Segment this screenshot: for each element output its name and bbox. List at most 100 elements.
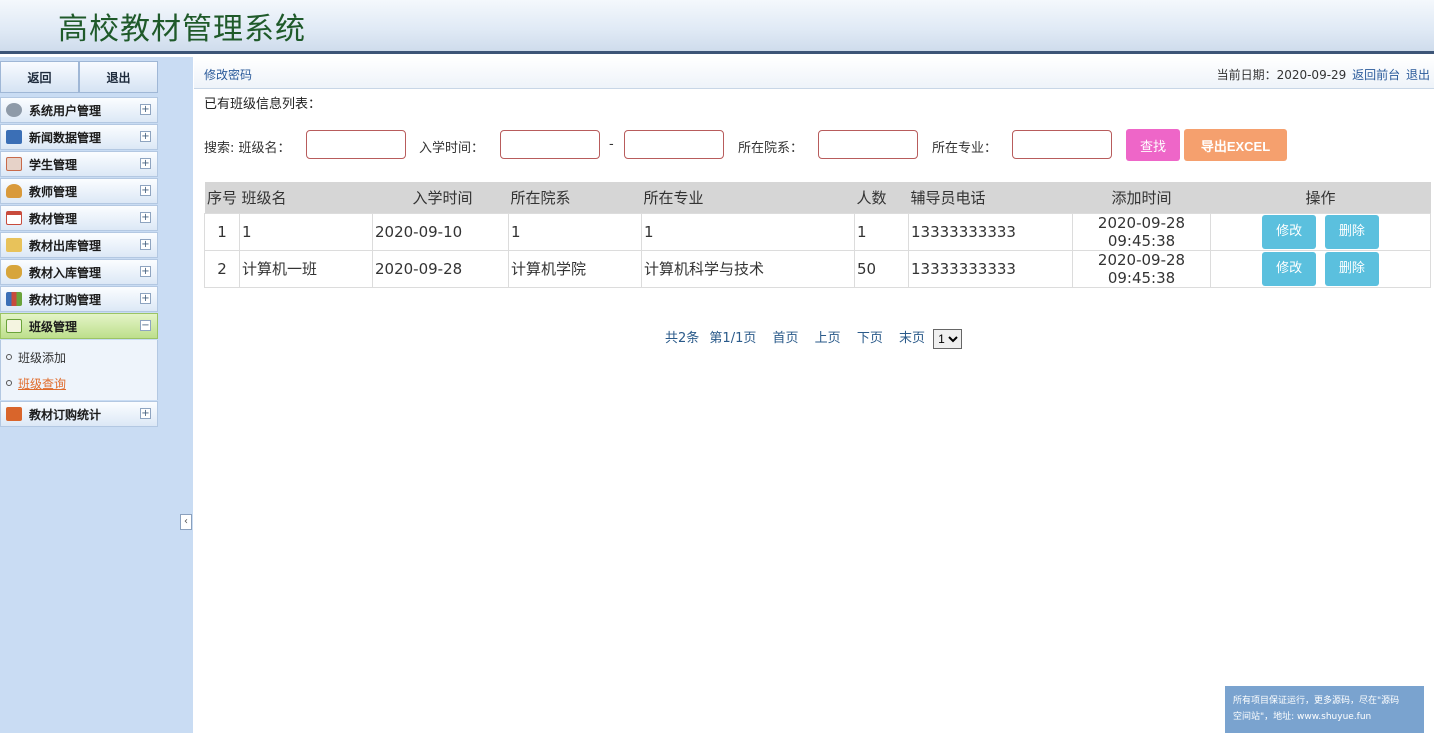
menu-label: 教材订购管理 — [29, 292, 102, 307]
menu-label: 班级管理 — [29, 319, 78, 334]
col-header-dept: 所在院系 — [508, 182, 642, 213]
notice-line-2: 空间站"，地址: www.shuyue.fun — [1233, 712, 1372, 722]
main-content: 修改密码 当前日期：2020-09-29 返回前台 退出 已有班级信息列表： 搜… — [194, 57, 1434, 733]
coins-icon — [6, 265, 22, 279]
enroll-start-input[interactable] — [500, 130, 600, 159]
delete-button[interactable]: 删除 — [1324, 251, 1379, 286]
edit-button[interactable]: 修改 — [1262, 251, 1317, 286]
table-header-row: 序号 班级名 入学时间 所在院系 所在专业 人数 辅导员电话 添加时间 操作 — [204, 182, 1431, 213]
pager-prev[interactable]: 上页 — [815, 331, 841, 346]
menu-textbooks[interactable]: 教材管理 + — [0, 205, 158, 231]
expand-icon[interactable]: + — [140, 158, 151, 169]
cell-dept: 计算机学院 — [508, 249, 642, 288]
back-button[interactable]: 返回 — [0, 61, 79, 93]
expand-icon[interactable]: + — [140, 293, 151, 304]
menu-label: 新闻数据管理 — [29, 130, 102, 145]
added-date: 2020-09-28 — [1097, 213, 1186, 232]
sidebar-menu: 系统用户管理 + 新闻数据管理 + 学生管理 + 教师管理 + 教材管理 + 教… — [0, 97, 158, 428]
submenu-label: 班级查询 — [18, 376, 67, 391]
col-header-name: 班级名 — [239, 182, 373, 213]
col-header-enroll: 入学时间 — [372, 182, 509, 213]
expand-icon[interactable]: + — [140, 408, 151, 419]
menu-label: 教材出库管理 — [29, 238, 102, 253]
expand-icon[interactable]: + — [140, 131, 151, 142]
pager-first[interactable]: 首页 — [773, 331, 799, 346]
menu-students[interactable]: 学生管理 + — [0, 151, 158, 177]
edit-button[interactable]: 修改 — [1262, 214, 1317, 249]
table-row: 1 1 2020-09-10 1 1 1 13333333333 2020-09… — [204, 212, 1431, 251]
app-title: 高校教材管理系统 — [58, 12, 306, 47]
delete-button[interactable]: 删除 — [1324, 214, 1379, 249]
collapse-sidebar-icon[interactable]: ‹ — [180, 514, 192, 530]
menu-textbook-outbound[interactable]: 教材出库管理 + — [0, 232, 158, 258]
col-header-actions: 操作 — [1210, 182, 1431, 213]
major-input[interactable] — [1012, 130, 1112, 159]
department-input[interactable] — [818, 130, 918, 159]
cell-name: 计算机一班 — [239, 249, 373, 288]
cell-name: 1 — [239, 212, 373, 251]
menu-news-data[interactable]: 新闻数据管理 + — [0, 124, 158, 150]
collapse-icon[interactable]: − — [140, 320, 151, 331]
board-icon — [6, 319, 22, 333]
expand-icon[interactable]: + — [140, 239, 151, 250]
menu-teachers[interactable]: 教师管理 + — [0, 178, 158, 204]
menu-label: 教材入库管理 — [29, 265, 102, 280]
col-header-major: 所在专业 — [641, 182, 855, 213]
col-header-no: 序号 — [204, 182, 240, 213]
cell-major: 1 — [641, 212, 855, 251]
folder-icon — [6, 238, 22, 252]
submenu-label: 班级添加 — [18, 350, 67, 365]
pagination: 共2条 第1/1页 首页 上页 下页 末页 1 — [665, 327, 963, 349]
menu-textbook-orders[interactable]: 教材订购管理 + — [0, 286, 158, 312]
menu-label: 学生管理 — [29, 157, 78, 172]
menu-textbook-inbound[interactable]: 教材入库管理 + — [0, 259, 158, 285]
cell-enroll: 2020-09-10 — [372, 212, 509, 251]
cell-major: 计算机科学与技术 — [641, 249, 855, 288]
col-header-count: 人数 — [854, 182, 909, 213]
gear-icon — [6, 103, 22, 117]
menu-label: 教材管理 — [29, 211, 78, 226]
bar-chart-icon — [6, 292, 22, 306]
col-header-added: 添加时间 — [1072, 182, 1211, 213]
class-submenu: 班级添加 班级查询 — [0, 340, 158, 400]
change-password-link[interactable]: 修改密码 — [204, 66, 252, 83]
enroll-end-input[interactable] — [624, 130, 724, 159]
back-to-front-link[interactable]: 返回前台 — [1352, 68, 1400, 82]
class-name-input[interactable] — [306, 130, 406, 159]
submenu-class-query[interactable]: 班级查询 — [1, 370, 157, 396]
class-table: 序号 班级名 入学时间 所在院系 所在专业 人数 辅导员电话 添加时间 操作 1… — [204, 182, 1431, 288]
page-select[interactable]: 1 — [933, 328, 963, 349]
stats-icon — [6, 407, 22, 421]
menu-class-management[interactable]: 班级管理 − — [0, 313, 158, 339]
date-and-links: 当前日期：2020-09-29 返回前台 退出 — [1217, 66, 1430, 83]
export-excel-button[interactable]: 导出EXCEL — [1184, 129, 1287, 161]
pager-last[interactable]: 末页 — [899, 331, 925, 346]
bullet-icon — [6, 380, 12, 386]
search-button[interactable]: 查找 — [1126, 129, 1180, 161]
expand-icon[interactable]: + — [140, 266, 151, 277]
expand-icon[interactable]: + — [140, 185, 151, 196]
cell-enroll: 2020-09-28 — [372, 249, 509, 288]
sidebar-top-buttons: 返回 退出 — [0, 61, 158, 93]
search-class-name-label: 搜索: 班级名： — [204, 141, 291, 156]
expand-icon[interactable]: + — [140, 104, 151, 115]
pager-total: 共2条 — [665, 331, 700, 346]
department-label: 所在院系： — [738, 141, 804, 156]
added-time: 09:45:38 — [1107, 231, 1176, 250]
pager-next[interactable]: 下页 — [857, 331, 883, 346]
current-date: 当前日期：2020-09-29 — [1216, 68, 1347, 82]
cell-no: 1 — [204, 212, 240, 251]
exit-button[interactable]: 退出 — [79, 61, 158, 93]
menu-system-users[interactable]: 系统用户管理 + — [0, 97, 158, 123]
sidebar: 返回 退出 系统用户管理 + 新闻数据管理 + 学生管理 + 教师管理 + 教材… — [0, 57, 193, 733]
cell-added: 2020-09-28 09:45:38 — [1072, 249, 1211, 288]
table-icon — [6, 157, 22, 171]
list-caption: 已有班级信息列表： — [204, 97, 322, 112]
table-row: 2 计算机一班 2020-09-28 计算机学院 计算机科学与技术 50 133… — [204, 249, 1431, 288]
logout-link[interactable]: 退出 — [1406, 68, 1430, 82]
submenu-class-add[interactable]: 班级添加 — [1, 344, 157, 370]
menu-textbook-order-stats[interactable]: 教材订购统计 + — [0, 401, 158, 427]
user-icon — [6, 184, 22, 198]
expand-icon[interactable]: + — [140, 212, 151, 223]
cell-phone: 13333333333 — [908, 249, 1073, 288]
